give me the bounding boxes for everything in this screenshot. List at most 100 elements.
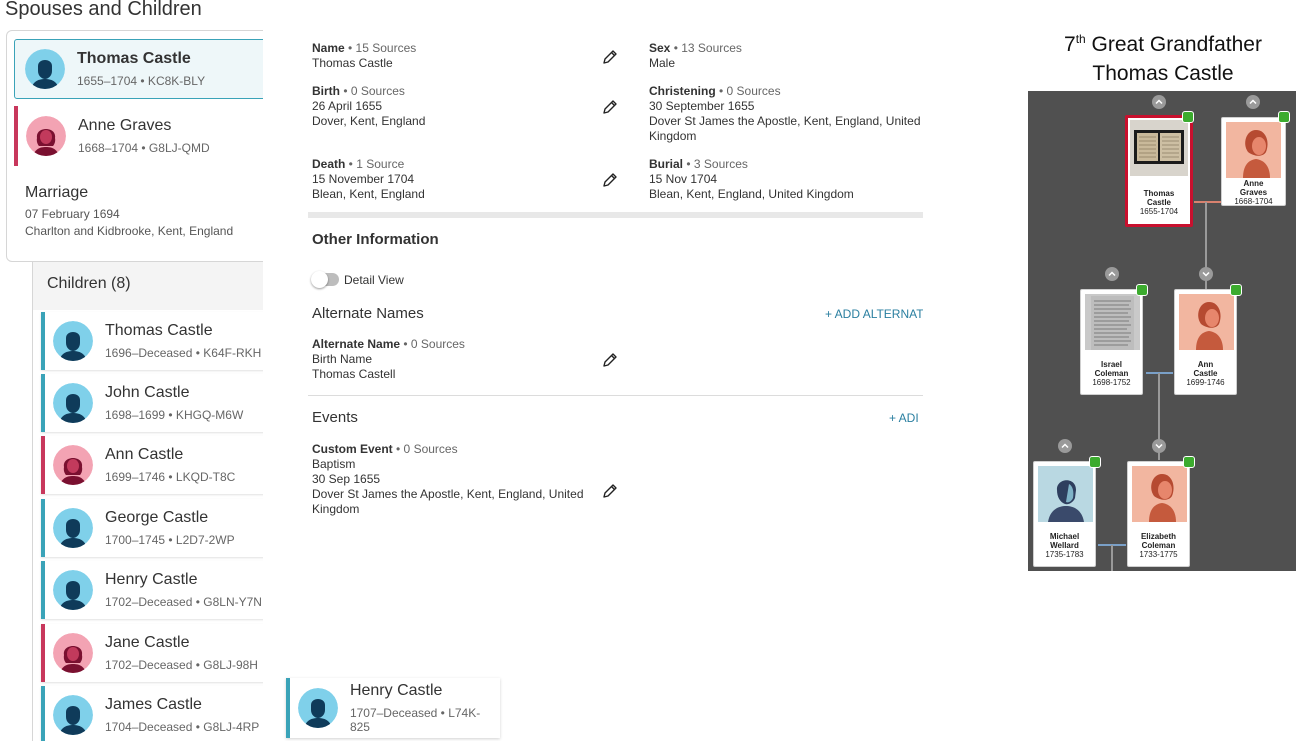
child-card[interactable]: Thomas Castle 1696–Deceased • K64F-RKH bbox=[41, 312, 263, 370]
vital-sources[interactable]: • 15 Sources bbox=[345, 41, 416, 55]
tree-first-name: Michael bbox=[1049, 532, 1080, 541]
vital-label: Alternate Name bbox=[312, 337, 401, 351]
expand-down-icon[interactable] bbox=[1152, 439, 1166, 453]
record-hint-icon[interactable] bbox=[1278, 111, 1290, 123]
alternate-name-item: Alternate Name • 0 Sources Birth Name Th… bbox=[312, 337, 465, 382]
vital-sources[interactable]: • 0 Sources bbox=[340, 84, 405, 98]
female-avatar-icon bbox=[53, 445, 93, 485]
tree-first-name: Anne bbox=[1243, 179, 1264, 188]
tree-first-name: Thomas bbox=[1143, 189, 1175, 198]
family-tree-view[interactable]: Thomas Castle 1655-1704 Anne Graves 1668… bbox=[1028, 91, 1296, 571]
edit-pencil-icon[interactable] bbox=[602, 352, 618, 368]
male-avatar-icon bbox=[53, 383, 93, 423]
tree-last-name: Wellard bbox=[1050, 541, 1079, 550]
children-header[interactable]: Children (8) bbox=[47, 275, 131, 293]
spouses-children-panel: Spouses and Children Thomas Castle 1655–… bbox=[0, 0, 263, 741]
vital-sources[interactable]: • 1 Source bbox=[345, 157, 405, 171]
vital-place: Blean, Kent, England, United Kingdom bbox=[649, 187, 854, 201]
edit-pencil-icon[interactable] bbox=[602, 483, 618, 499]
mother-card[interactable]: Anne Graves 1668–1704 • G8LJ-QMD bbox=[14, 106, 263, 166]
child-info: Jane Castle 1702–Deceased • G8LJ-98H bbox=[105, 634, 258, 672]
marriage-info[interactable]: Marriage 07 February 1694 Charlton and K… bbox=[25, 184, 233, 238]
child-card[interactable]: Ann Castle 1699–1746 • LKQD-T8C bbox=[41, 436, 263, 494]
record-hint-icon[interactable] bbox=[1089, 456, 1101, 468]
tree-last-name: Castle bbox=[1193, 369, 1218, 378]
tree-dates: 1733-1775 bbox=[1139, 550, 1178, 559]
record-hint-icon[interactable] bbox=[1183, 456, 1195, 468]
tree-person-card[interactable]: Michael Wellard 1735-1783 bbox=[1033, 461, 1096, 567]
vital-sex: Sex • 13 Sources Male bbox=[649, 41, 742, 71]
tree-dates: 1698-1752 bbox=[1092, 378, 1131, 387]
tree-person-card[interactable]: Elizabeth Coleman 1733-1775 bbox=[1127, 461, 1190, 567]
male-avatar-icon bbox=[53, 508, 93, 548]
event-item: Custom Event • 0 Sources Baptism 30 Sep … bbox=[312, 442, 584, 517]
detail-view-label: Detail View bbox=[344, 273, 404, 287]
tree-first-name: Elizabeth bbox=[1140, 532, 1177, 541]
expand-up-icon[interactable] bbox=[1058, 439, 1072, 453]
vital-sources[interactable]: • 3 Sources bbox=[683, 157, 748, 171]
child-card[interactable]: Jane Castle 1702–Deceased • G8LJ-98H bbox=[41, 624, 263, 682]
descent-line bbox=[1111, 545, 1113, 571]
tree-person-card[interactable]: Thomas Castle 1655-1704 bbox=[1125, 115, 1193, 227]
other-information-heading: Other Information bbox=[312, 231, 439, 248]
vital-sources[interactable]: • 0 Sources bbox=[716, 84, 781, 98]
vital-label: Birth bbox=[312, 84, 340, 98]
vital-sources[interactable]: • 0 Sources bbox=[393, 442, 458, 456]
child-card[interactable]: John Castle 1698–1699 • KHGQ-M6W bbox=[41, 374, 263, 432]
person-meta: 1696–Deceased • K64F-RKH bbox=[105, 346, 262, 360]
title-relationship: Great Grandfather bbox=[1085, 33, 1262, 56]
male-avatar-icon bbox=[53, 570, 93, 610]
child-info: George Castle 1700–1745 • L2D7-2WP bbox=[105, 509, 235, 547]
female-avatar-icon bbox=[26, 116, 66, 156]
person-name: Jane Castle bbox=[105, 634, 190, 651]
vital-label: Custom Event bbox=[312, 442, 393, 456]
expand-up-icon[interactable] bbox=[1246, 95, 1260, 109]
child-card[interactable]: George Castle 1700–1745 • L2D7-2WP bbox=[41, 499, 263, 557]
tree-first-name: Ann bbox=[1197, 360, 1214, 369]
vital-label: Death bbox=[312, 157, 346, 171]
vital-birth: Birth • 0 Sources 26 April 1655 Dover, K… bbox=[312, 84, 425, 129]
section-title: Spouses and Children bbox=[5, 0, 202, 20]
alt-name-type: Birth Name bbox=[312, 352, 373, 366]
expand-up-icon[interactable] bbox=[1105, 267, 1119, 281]
event-place-cont: Kingdom bbox=[312, 502, 360, 516]
record-hint-icon[interactable] bbox=[1230, 284, 1242, 296]
tree-person-card[interactable]: Anne Graves 1668-1704 bbox=[1221, 117, 1286, 206]
vital-sources[interactable]: • 13 Sources bbox=[670, 41, 742, 55]
tree-last-name: Coleman bbox=[1094, 369, 1129, 378]
child-info: Henry Castle 1702–Deceased • G8LN-Y7N bbox=[105, 571, 262, 609]
person-meta: 1702–Deceased • G8LJ-98H bbox=[105, 658, 258, 672]
expand-up-icon[interactable] bbox=[1152, 95, 1166, 109]
edit-pencil-icon[interactable] bbox=[602, 172, 618, 188]
record-hint-icon[interactable] bbox=[1182, 111, 1194, 123]
edit-pencil-icon[interactable] bbox=[602, 99, 618, 115]
detail-view-toggle[interactable] bbox=[311, 271, 339, 288]
child-info: John Castle 1698–1699 • KHGQ-M6W bbox=[105, 384, 243, 422]
add-event-link[interactable]: + ADI bbox=[889, 411, 923, 425]
father-card[interactable]: Thomas Castle 1655–1704 • KC8K-BLY bbox=[14, 39, 263, 99]
toggle-knob bbox=[311, 271, 328, 288]
expand-down-icon[interactable] bbox=[1199, 267, 1213, 281]
person-name: Thomas Castle bbox=[77, 50, 191, 67]
alternate-names-heading: Alternate Names bbox=[312, 305, 424, 322]
tree-person-card[interactable]: Ann Castle 1699-1746 bbox=[1174, 289, 1237, 395]
record-hint-icon[interactable] bbox=[1136, 284, 1148, 296]
add-alternate-name-link[interactable]: + ADD ALTERNAT bbox=[825, 307, 923, 321]
vital-christening: Christening • 0 Sources 30 September 165… bbox=[649, 84, 921, 144]
tree-last-name: Graves bbox=[1239, 188, 1268, 197]
tree-person-card[interactable]: Israel Coleman 1698-1752 bbox=[1080, 289, 1143, 395]
vital-sources[interactable]: • 0 Sources bbox=[400, 337, 465, 351]
child-info: Thomas Castle 1696–Deceased • K64F-RKH bbox=[105, 322, 261, 360]
marriage-title: Marriage bbox=[25, 184, 89, 201]
person-meta: 1702–Deceased • G8LN-Y7N bbox=[105, 595, 262, 609]
edit-pencil-icon[interactable] bbox=[602, 49, 618, 65]
tree-person-label: Ann Castle 1699-1746 bbox=[1175, 360, 1236, 387]
child-card[interactable]: James Castle 1704–Deceased • G8LJ-4RP bbox=[41, 686, 263, 741]
document-image bbox=[1085, 294, 1140, 350]
vital-place-cont: Kingdom bbox=[649, 129, 697, 143]
floating-child-card[interactable]: Henry Castle 1707–Deceased • L74K-825 bbox=[286, 678, 500, 738]
title-ordinal: 7 bbox=[1064, 33, 1076, 56]
child-card[interactable]: Henry Castle 1702–Deceased • G8LN-Y7N bbox=[41, 561, 263, 619]
vital-label: Christening bbox=[649, 84, 716, 98]
child-info: Ann Castle 1699–1746 • LKQD-T8C bbox=[105, 446, 235, 484]
